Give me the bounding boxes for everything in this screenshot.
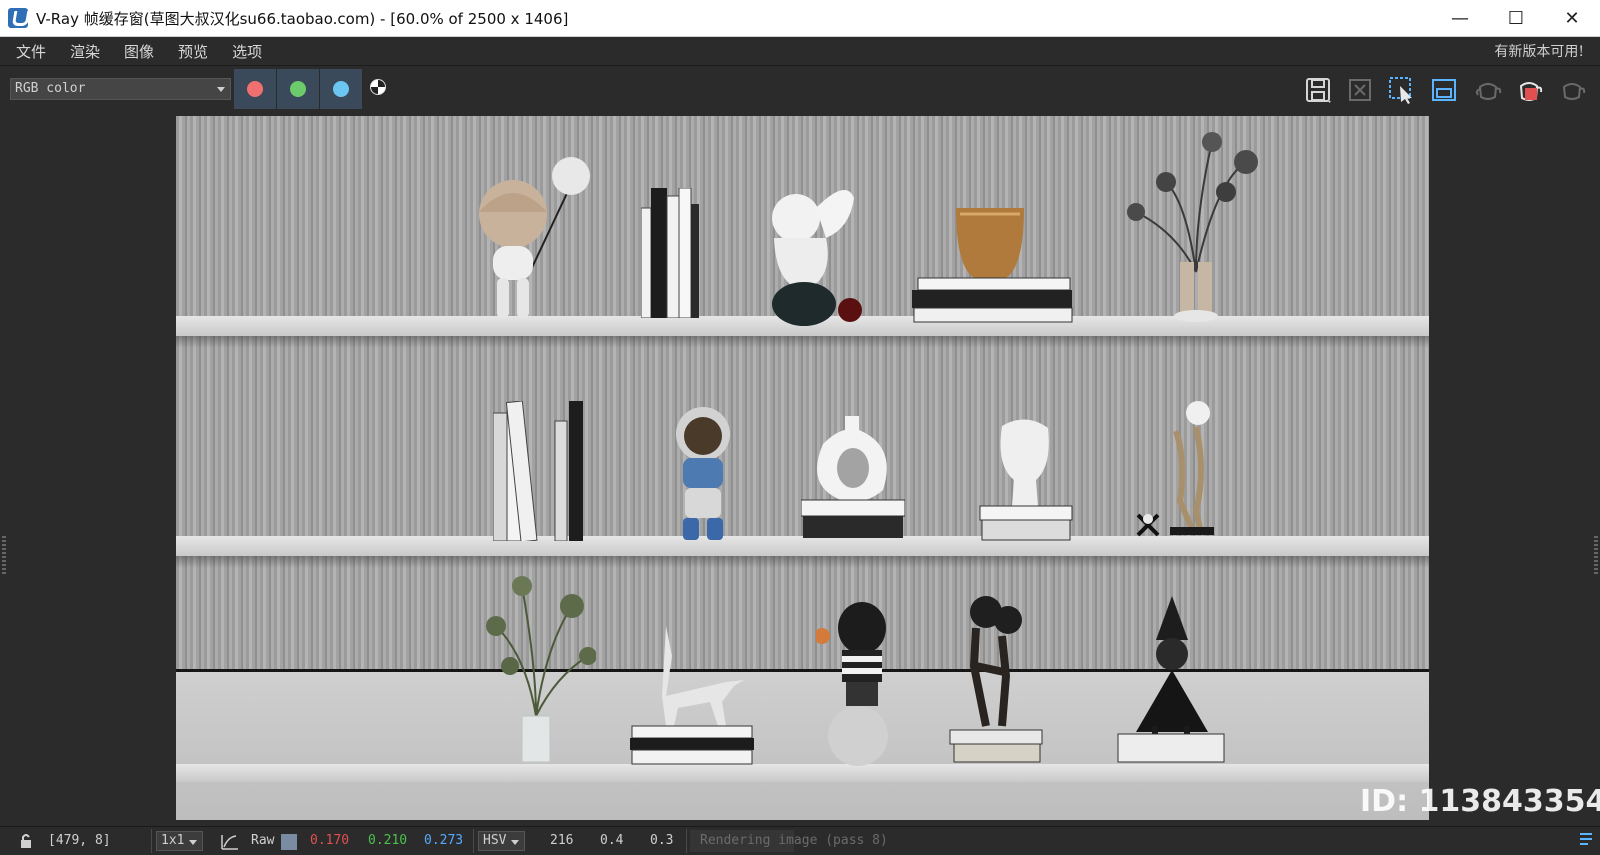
menu-image[interactable]: 图像	[116, 38, 162, 66]
saturation-value: 0.4	[600, 833, 624, 848]
close-button[interactable]: ✕	[1544, 0, 1600, 37]
vray-logo-icon	[8, 8, 28, 28]
log-panel-icon[interactable]	[1578, 831, 1594, 853]
green-dot-icon	[290, 81, 306, 97]
menu-bar: 文件 渲染 图像 预览 选项 有新版本可用!	[0, 38, 1600, 66]
teapot-render-icon[interactable]	[1557, 75, 1587, 105]
shelf-shadow	[176, 336, 1429, 348]
green-value: 0.210	[368, 833, 408, 848]
face-bust-on-books	[979, 419, 1073, 541]
plant-vase	[1127, 132, 1258, 322]
separator	[473, 829, 474, 853]
shelf-bottom	[176, 764, 1429, 782]
menu-preview[interactable]: 预览	[170, 38, 216, 66]
curve-icon[interactable]	[220, 833, 240, 855]
blue-dot-icon	[333, 81, 349, 97]
teapot-icon[interactable]	[1473, 75, 1503, 105]
bottom-panel	[176, 672, 1429, 820]
menu-options[interactable]: 选项	[224, 38, 270, 66]
cone-figurine-on-books	[1117, 596, 1225, 763]
menu-render[interactable]: 渲染	[62, 38, 108, 66]
balloon-figurine	[479, 157, 590, 318]
maximize-button[interactable]: ☐	[1488, 0, 1544, 37]
update-available-link[interactable]: 有新版本可用!	[1494, 38, 1584, 66]
watermark-id: ID: 1138433541	[1360, 784, 1600, 819]
lock-icon[interactable]	[18, 833, 34, 853]
minimize-button[interactable]: —	[1432, 0, 1488, 37]
couple-figurine-on-books	[949, 596, 1043, 763]
value-value: 0.3	[650, 833, 674, 848]
horse-sculpture-on-books	[630, 626, 754, 765]
window-title: V-Ray 帧缓存窗(草图大叔汉化su66.taobao.com) - [60.…	[36, 9, 569, 28]
ring-vase-on-books	[801, 416, 905, 538]
save-icon[interactable]	[1303, 75, 1333, 105]
monochrome-toggle-icon[interactable]	[370, 79, 386, 95]
toolbar: RGB color	[0, 67, 1600, 111]
window-controls: — ☐ ✕	[1432, 0, 1600, 37]
blue-channel-button[interactable]	[320, 69, 362, 109]
right-panel-handle[interactable]	[1594, 536, 1598, 576]
astronaut-figurine	[676, 407, 730, 540]
rendered-image: 知末	[176, 116, 1429, 820]
status-bar: [479, 8] 1x1 Raw 0.170 0.210 0.273 HSV 2…	[0, 826, 1600, 855]
render-progress-status: Rendering image (pass 8)	[690, 830, 888, 852]
red-value: 0.170	[310, 833, 350, 848]
menu-file[interactable]: 文件	[8, 38, 54, 66]
green-channel-button[interactable]	[277, 69, 319, 109]
image-viewport[interactable]: 知末 ID: 1138433541	[0, 112, 1600, 825]
clear-image-icon[interactable]	[1345, 75, 1375, 105]
region-render-icon[interactable]	[1429, 75, 1459, 105]
separator	[686, 829, 687, 853]
sampling-dropdown[interactable]: 1x1	[156, 831, 204, 851]
chevron-down-icon	[217, 87, 225, 92]
shelf-shadow	[176, 556, 1429, 568]
books-leaning	[493, 401, 583, 541]
separator	[151, 829, 152, 853]
red-channel-button[interactable]	[234, 69, 276, 109]
couple-sculpture	[1136, 401, 1214, 537]
book-stack-upright	[641, 188, 699, 318]
hue-value: 216	[550, 833, 574, 848]
blue-value: 0.273	[424, 833, 464, 848]
angel-sculpture	[772, 190, 862, 326]
title-bar: V-Ray 帧缓存窗(草图大叔汉化su66.taobao.com) - [60.…	[0, 0, 1600, 37]
left-panel-handle[interactable]	[2, 536, 6, 576]
golden-vase-on-books	[912, 208, 1073, 323]
color-swatch	[281, 834, 297, 850]
render-stop-icon[interactable]	[1515, 75, 1545, 105]
pixel-coordinates: [479, 8]	[48, 833, 111, 848]
red-dot-icon	[247, 81, 263, 97]
region-select-icon[interactable]	[1387, 75, 1417, 105]
channel-dropdown[interactable]: RGB color	[10, 78, 231, 100]
raw-label: Raw	[251, 833, 275, 848]
kid-figurine-on-sphere	[816, 602, 888, 766]
plant-in-glass-vase	[486, 576, 596, 763]
color-mode-dropdown[interactable]: HSV	[478, 831, 526, 851]
channel-dropdown-value: RGB color	[15, 81, 86, 96]
